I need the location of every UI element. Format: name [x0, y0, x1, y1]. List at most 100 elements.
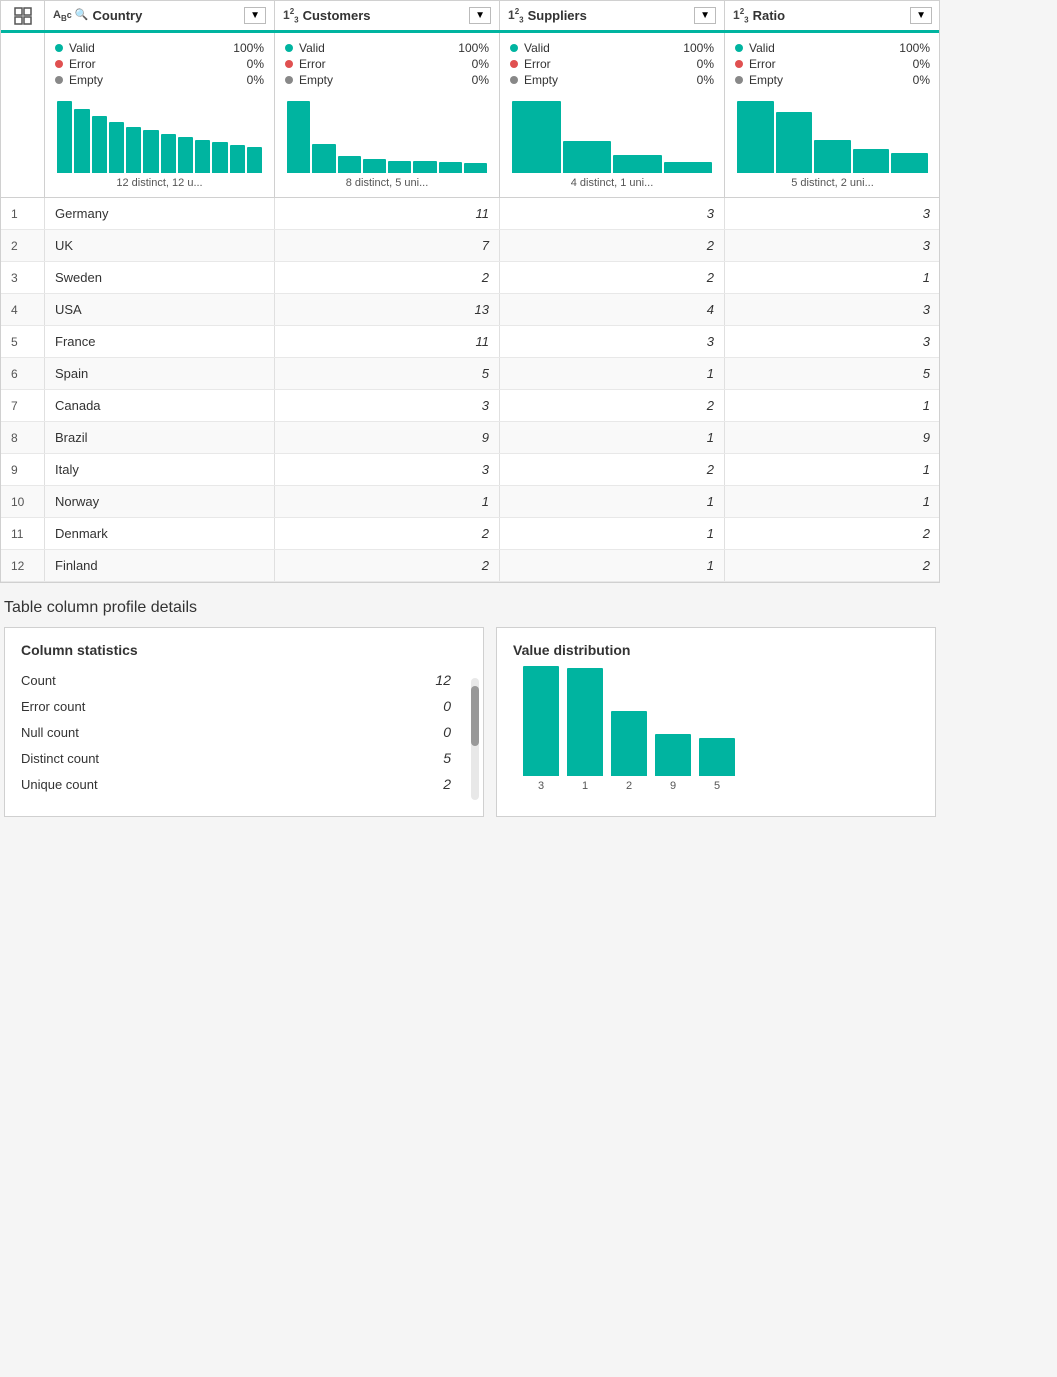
customers-col-label: Customers — [303, 8, 466, 23]
ratio-cell: 3 — [725, 326, 940, 357]
empty-dot-customers — [285, 76, 293, 84]
123-customers-icon: 123 — [283, 7, 299, 24]
empty-dot-country — [55, 76, 63, 84]
123-ratio-icon: 123 — [733, 7, 749, 24]
table-row: 11 Denmark 2 1 2 — [1, 518, 939, 550]
valid-dot-customers — [285, 44, 293, 52]
suppliers-dropdown-btn[interactable]: ▼ — [694, 7, 716, 24]
mini-bar — [126, 127, 141, 173]
suppliers-mini-chart — [510, 93, 714, 173]
empty-pct-country: 0% — [247, 73, 264, 87]
table-row: 12 Finland 2 1 2 — [1, 550, 939, 582]
error-dot-suppliers — [510, 60, 518, 68]
customers-cell: 2 — [275, 518, 500, 549]
mini-bar — [464, 163, 487, 173]
customers-col-header: 123 Customers ▼ — [275, 1, 500, 30]
ratio-mini-chart — [735, 93, 930, 173]
grid-icon — [14, 7, 32, 25]
stat-value: 0 — [443, 724, 451, 740]
dist-bar-label: 1 — [582, 780, 588, 792]
dist-bar-wrap: 3 — [523, 666, 559, 792]
table-row: 10 Norway 1 1 1 — [1, 486, 939, 518]
country-col-header: ABc 🔍 Country ▼ — [45, 1, 275, 30]
country-cell: Finland — [45, 550, 275, 581]
ratio-cell: 2 — [725, 518, 940, 549]
customers-cell: 2 — [275, 262, 500, 293]
customers-stats: Valid100% Error0% Empty0% 8 distinct, 5 … — [275, 33, 500, 197]
mini-bar — [57, 101, 72, 173]
dist-bar-label: 3 — [538, 780, 544, 792]
dist-bar-wrap: 9 — [655, 734, 691, 792]
customers-dropdown-btn[interactable]: ▼ — [469, 7, 491, 24]
country-cell: Spain — [45, 358, 275, 389]
ratio-cell: 2 — [725, 550, 940, 581]
123-suppliers-icon: 123 — [508, 7, 524, 24]
suppliers-cell: 1 — [500, 550, 725, 581]
scrollbar-thumb[interactable] — [471, 686, 479, 746]
col-stats-items: Count 12 Error count 0 Null count 0 Dist… — [21, 672, 467, 792]
profile-title: Table column profile details — [0, 599, 940, 627]
stat-label: Error count — [21, 699, 443, 714]
mini-bar — [312, 144, 335, 173]
col-stats-panel: Column statistics Count 12 Error count 0… — [4, 627, 484, 817]
valid-dot-suppliers — [510, 44, 518, 52]
profile-panels: Column statistics Count 12 Error count 0… — [0, 627, 940, 817]
valid-dot-country — [55, 44, 63, 52]
error-label-country: Error — [69, 57, 241, 71]
suppliers-cell: 2 — [500, 390, 725, 421]
country-mini-chart — [55, 93, 264, 173]
index-col-header — [1, 1, 45, 30]
dist-bar-wrap: 1 — [567, 668, 603, 792]
mini-bar — [230, 145, 245, 173]
empty-label-country: Empty — [69, 73, 241, 87]
ratio-chart-footer: 5 distinct, 2 uni... — [735, 177, 930, 189]
dist-bar — [567, 668, 603, 776]
valid-pct-country: 100% — [233, 41, 264, 55]
header-row: ABc 🔍 Country ▼ 123 Customers ▼ 123 Supp… — [1, 1, 939, 33]
dist-bar-label: 5 — [714, 780, 720, 792]
ratio-cell: 9 — [725, 422, 940, 453]
dist-bar — [655, 734, 691, 776]
customers-cell: 3 — [275, 454, 500, 485]
country-cell: USA — [45, 294, 275, 325]
row-index: 2 — [1, 230, 45, 261]
dist-bar — [523, 666, 559, 776]
row-index: 9 — [1, 454, 45, 485]
customers-cell: 1 — [275, 486, 500, 517]
customers-cell: 7 — [275, 230, 500, 261]
scrollbar-track[interactable] — [471, 678, 479, 800]
ratio-cell: 1 — [725, 486, 940, 517]
country-cell: Italy — [45, 454, 275, 485]
mini-bar — [178, 137, 193, 173]
table-row: 7 Canada 3 2 1 — [1, 390, 939, 422]
country-cell: Canada — [45, 390, 275, 421]
row-index: 11 — [1, 518, 45, 549]
dist-chart: 31295 — [513, 672, 919, 792]
mini-bar — [74, 109, 89, 173]
table-row: 9 Italy 3 2 1 — [1, 454, 939, 486]
ratio-cell: 1 — [725, 390, 940, 421]
suppliers-cell: 1 — [500, 422, 725, 453]
mini-bar — [143, 130, 158, 173]
abc-icon: ABc 🔍 — [53, 8, 89, 23]
suppliers-cell: 2 — [500, 262, 725, 293]
country-dropdown-btn[interactable]: ▼ — [244, 7, 266, 24]
customers-cell: 11 — [275, 326, 500, 357]
ratio-cell: 1 — [725, 454, 940, 485]
mini-bar — [439, 162, 462, 173]
ratio-cell: 3 — [725, 198, 940, 229]
suppliers-cell: 3 — [500, 326, 725, 357]
stat-value: 12 — [435, 672, 451, 688]
ratio-dropdown-btn[interactable]: ▼ — [910, 7, 932, 24]
error-dot-customers — [285, 60, 293, 68]
suppliers-chart-footer: 4 distinct, 1 uni... — [510, 177, 714, 189]
customers-cell: 9 — [275, 422, 500, 453]
row-index: 3 — [1, 262, 45, 293]
error-dot-country — [55, 60, 63, 68]
mini-bar — [737, 101, 774, 173]
row-index: 6 — [1, 358, 45, 389]
mini-bar — [853, 149, 890, 173]
dist-bar-wrap: 5 — [699, 738, 735, 792]
customers-cell: 13 — [275, 294, 500, 325]
col-stats-heading: Column statistics — [21, 642, 467, 658]
